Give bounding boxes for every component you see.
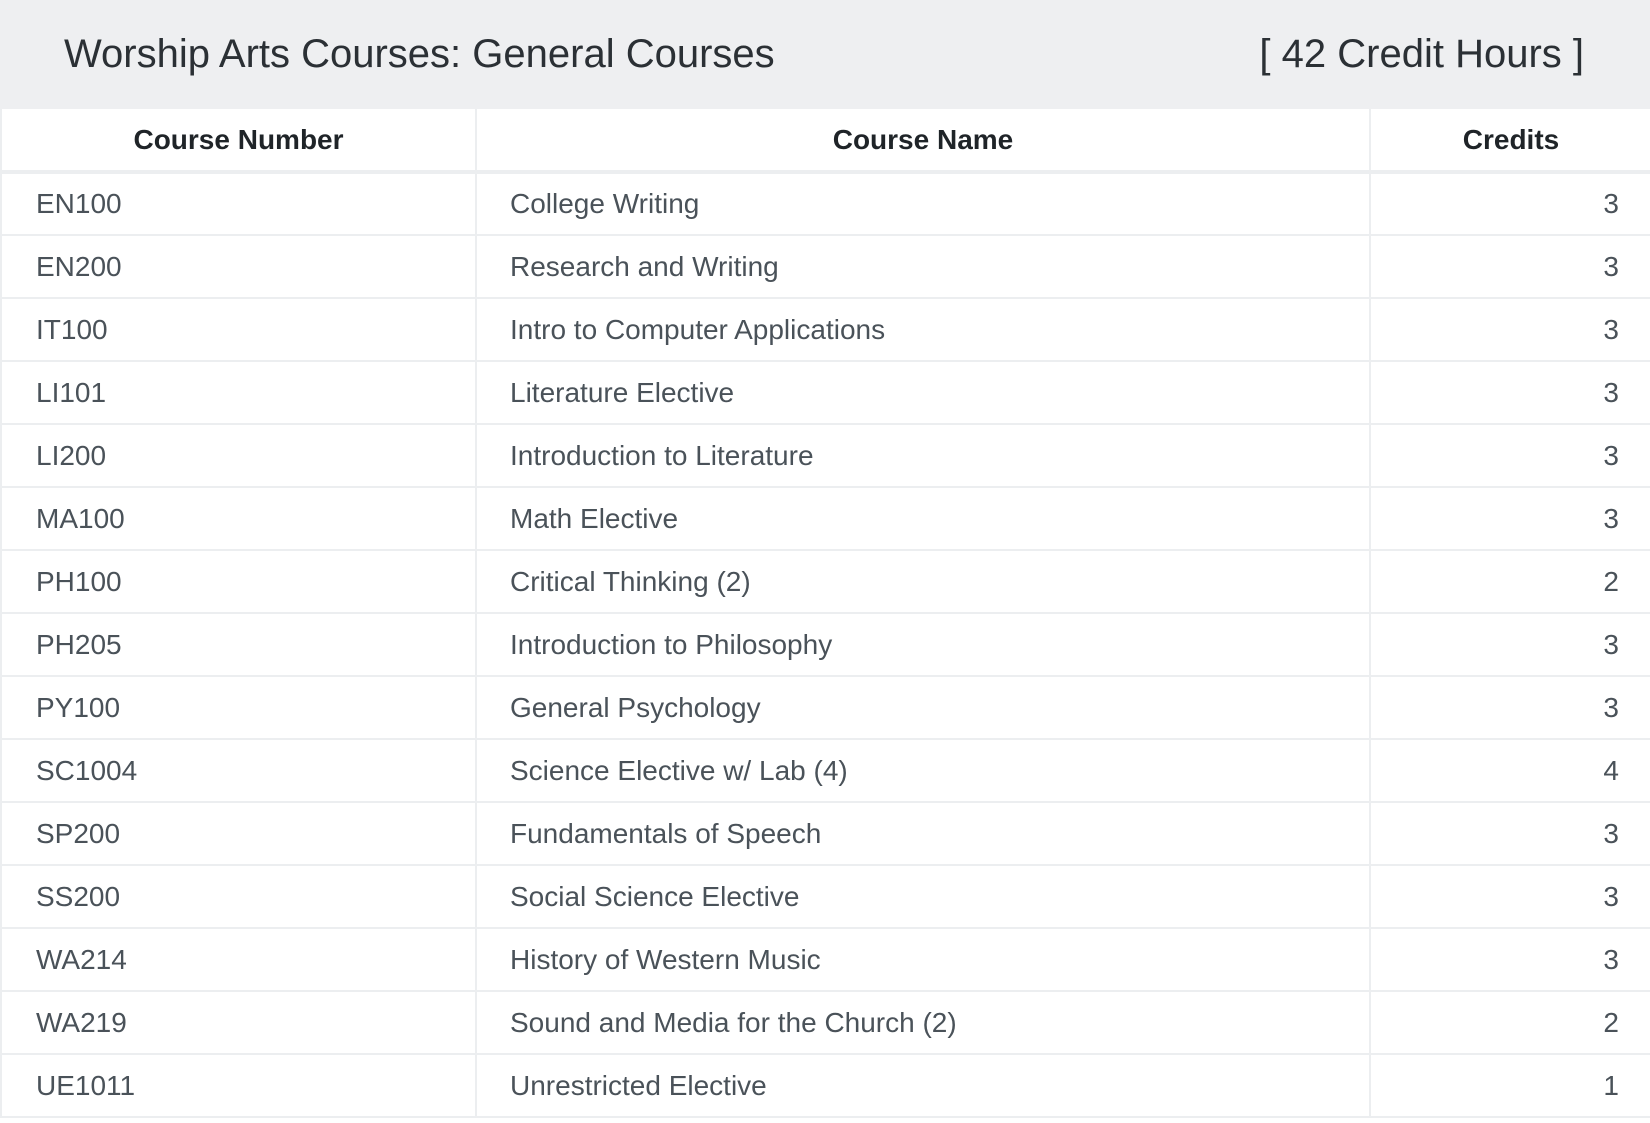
column-header-course-number: Course Number xyxy=(0,109,476,174)
table-row: LI200 Introduction to Literature 3 xyxy=(0,424,1650,488)
course-number: WA219 xyxy=(0,991,476,1055)
course-name: Intro to Computer Applications xyxy=(475,298,1370,362)
course-number: SS200 xyxy=(0,865,476,929)
table-row: EN200 Research and Writing 3 xyxy=(0,235,1650,299)
course-number: SP200 xyxy=(0,802,476,866)
course-name: Sound and Media for the Church (2) xyxy=(475,991,1370,1055)
course-name: College Writing xyxy=(475,172,1370,236)
table-row: UE1011 Unrestricted Elective 1 xyxy=(0,1054,1650,1118)
course-number: PY100 xyxy=(0,676,476,740)
table-body: EN100 College Writing 3 EN200 Research a… xyxy=(0,172,1650,1118)
course-credits: 3 xyxy=(1369,928,1650,992)
course-name: General Psychology xyxy=(475,676,1370,740)
course-name: History of Western Music xyxy=(475,928,1370,992)
table-row: PH205 Introduction to Philosophy 3 xyxy=(0,613,1650,677)
table-row: LI101 Literature Elective 3 xyxy=(0,361,1650,425)
table-row: PY100 General Psychology 3 xyxy=(0,676,1650,740)
course-credits: 3 xyxy=(1369,298,1650,362)
course-number: WA214 xyxy=(0,928,476,992)
table-row: SC1004 Science Elective w/ Lab (4) 4 xyxy=(0,739,1650,803)
course-name: Science Elective w/ Lab (4) xyxy=(475,739,1370,803)
course-name: Fundamentals of Speech xyxy=(475,802,1370,866)
credit-hours-total: [ 42 Credit Hours ] xyxy=(1259,32,1584,76)
course-name: Research and Writing xyxy=(475,235,1370,299)
course-credits: 3 xyxy=(1369,487,1650,551)
course-number: SC1004 xyxy=(0,739,476,803)
course-number: PH100 xyxy=(0,550,476,614)
course-name: Unrestricted Elective xyxy=(475,1054,1370,1118)
course-credits: 3 xyxy=(1369,802,1650,866)
course-number: LI200 xyxy=(0,424,476,488)
course-credits: 3 xyxy=(1369,172,1650,236)
table-row: SP200 Fundamentals of Speech 3 xyxy=(0,802,1650,866)
course-number: EN100 xyxy=(0,172,476,236)
table-header: Course Number Course Name Credits xyxy=(0,109,1650,174)
course-credits: 3 xyxy=(1369,865,1650,929)
table-row: PH100 Critical Thinking (2) 2 xyxy=(0,550,1650,614)
courses-table-container: Course Number Course Name Credits EN100 … xyxy=(0,109,1650,1118)
course-name: Introduction to Philosophy xyxy=(475,613,1370,677)
course-number: EN200 xyxy=(0,235,476,299)
table-row: EN100 College Writing 3 xyxy=(0,172,1650,236)
course-credits: 2 xyxy=(1369,550,1650,614)
column-header-course-name: Course Name xyxy=(475,109,1370,174)
panel-header: Worship Arts Courses: General Courses [ … xyxy=(0,0,1650,109)
table-row: WA214 History of Western Music 3 xyxy=(0,928,1650,992)
page-title: Worship Arts Courses: General Courses xyxy=(64,32,775,76)
course-name: Critical Thinking (2) xyxy=(475,550,1370,614)
course-credits: 3 xyxy=(1369,235,1650,299)
course-number: MA100 xyxy=(0,487,476,551)
course-credits: 4 xyxy=(1369,739,1650,803)
course-name: Introduction to Literature xyxy=(475,424,1370,488)
course-credits: 3 xyxy=(1369,613,1650,677)
course-number: IT100 xyxy=(0,298,476,362)
course-number: LI101 xyxy=(0,361,476,425)
course-number: UE1011 xyxy=(0,1054,476,1118)
table-row: MA100 Math Elective 3 xyxy=(0,487,1650,551)
course-credits: 3 xyxy=(1369,424,1650,488)
course-credits: 3 xyxy=(1369,676,1650,740)
table-row: IT100 Intro to Computer Applications 3 xyxy=(0,298,1650,362)
table-header-row: Course Number Course Name Credits xyxy=(0,109,1650,174)
course-number: PH205 xyxy=(0,613,476,677)
course-name: Social Science Elective xyxy=(475,865,1370,929)
table-row: SS200 Social Science Elective 3 xyxy=(0,865,1650,929)
course-name: Literature Elective xyxy=(475,361,1370,425)
courses-table: Course Number Course Name Credits EN100 … xyxy=(0,109,1650,1118)
column-header-credits: Credits xyxy=(1369,109,1650,174)
course-name: Math Elective xyxy=(475,487,1370,551)
course-credits: 2 xyxy=(1369,991,1650,1055)
table-row: WA219 Sound and Media for the Church (2)… xyxy=(0,991,1650,1055)
course-credits: 1 xyxy=(1369,1054,1650,1118)
course-credits: 3 xyxy=(1369,361,1650,425)
